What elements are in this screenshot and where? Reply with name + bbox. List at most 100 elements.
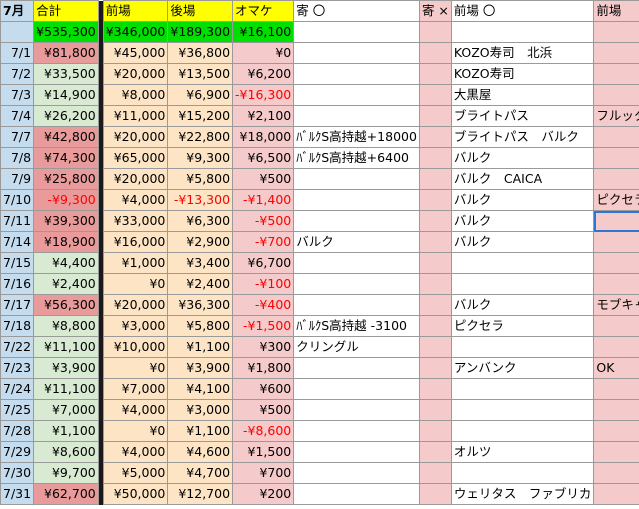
zenba-cell[interactable]: ¥8,000 <box>102 84 169 106</box>
yori-maru-cell[interactable] <box>293 273 420 295</box>
zenba-batsu-cell[interactable]: ピクセラ <box>593 189 639 211</box>
date-cell[interactable]: 7/2 <box>0 63 35 85</box>
goba-cell[interactable]: ¥4,100 <box>167 378 234 400</box>
omake-cell[interactable]: ¥2,100 <box>232 105 295 127</box>
yori-batsu-cell[interactable] <box>418 315 452 337</box>
omake-total-cell[interactable]: ¥16,100 <box>232 21 295 43</box>
total-cell[interactable]: ¥11,100 <box>33 336 99 358</box>
zenba-cell[interactable]: ¥3,000 <box>102 315 169 337</box>
zenba-batsu-cell[interactable] <box>593 399 639 421</box>
yori-batsu-cell[interactable] <box>418 252 452 274</box>
yori-maru-cell[interactable] <box>293 84 420 106</box>
zenba-maru-cell[interactable]: KOZO寿司 <box>450 63 595 85</box>
yori-batsu-cell[interactable] <box>418 462 452 484</box>
zenba-cell[interactable]: ¥20,000 <box>102 63 169 85</box>
omake-cell[interactable]: ¥6,700 <box>232 252 295 274</box>
goba-cell[interactable]: ¥6,300 <box>167 210 234 232</box>
goba-cell[interactable]: ¥4,700 <box>167 462 234 484</box>
date-cell[interactable]: 7/4 <box>0 105 35 127</box>
total-cell[interactable]: ¥2,400 <box>33 273 99 295</box>
zenba-batsu-cell[interactable] <box>593 63 639 85</box>
total-cell[interactable]: -¥9,300 <box>33 189 99 211</box>
date-cell[interactable]: 7/22 <box>0 336 35 358</box>
zenba-maru-cell[interactable] <box>450 462 595 484</box>
omake-cell[interactable]: ¥0 <box>232 42 295 64</box>
zenba-maru-cell[interactable]: バルク <box>450 189 595 211</box>
total-cell[interactable]: ¥42,800 <box>33 126 99 148</box>
grand-total-cell[interactable]: ¥535,300 <box>33 21 99 43</box>
zenba-maru-cell[interactable]: バルク <box>450 147 595 169</box>
omake-header[interactable]: オマケ <box>232 0 295 22</box>
yori-batsu-cell[interactable] <box>418 147 452 169</box>
omake-cell[interactable]: -¥400 <box>232 294 295 316</box>
omake-cell[interactable]: ¥500 <box>232 399 295 421</box>
date-cell[interactable]: 7/7 <box>0 126 35 148</box>
zenba-total-cell[interactable]: ¥346,000 <box>102 21 169 43</box>
zenba-batsu-cell[interactable] <box>593 252 639 274</box>
goba-cell[interactable]: ¥2,900 <box>167 231 234 253</box>
total-cell[interactable]: ¥8,800 <box>33 315 99 337</box>
zenba-maru-cell[interactable]: バルク <box>450 231 595 253</box>
zenba-maru-cell[interactable] <box>450 399 595 421</box>
yori-batsu-cell[interactable] <box>418 294 452 316</box>
total-cell[interactable]: ¥3,900 <box>33 357 99 379</box>
zenba-cell[interactable]: ¥7,000 <box>102 378 169 400</box>
zenba-cell[interactable]: ¥20,000 <box>102 168 169 190</box>
zenba-batsu-cell[interactable] <box>593 462 639 484</box>
omake-cell[interactable]: ¥1,500 <box>232 441 295 463</box>
yori-maru-cell[interactable] <box>293 357 420 379</box>
date-cell[interactable]: 7/29 <box>0 441 35 463</box>
yori-maru-cell[interactable] <box>293 168 420 190</box>
date-cell[interactable]: 7/9 <box>0 168 35 190</box>
zenba-batsu-cell[interactable] <box>593 483 639 505</box>
yori-maru-cell[interactable] <box>293 252 420 274</box>
zenba-maru-cell[interactable]: バルク CAICA <box>450 168 595 190</box>
total-cell[interactable]: ¥33,500 <box>33 63 99 85</box>
goba-cell[interactable]: ¥3,000 <box>167 399 234 421</box>
zenba-maru-cell[interactable]: 大黒屋 <box>450 84 595 106</box>
zenba-batsu-cell[interactable] <box>593 336 639 358</box>
zenba-maru-header[interactable]: 前場 〇 <box>450 0 595 22</box>
zenba-maru-cell[interactable] <box>450 378 595 400</box>
zenba-batsu-header[interactable]: 前場 <box>593 0 639 22</box>
omake-cell[interactable]: -¥500 <box>232 210 295 232</box>
goba-cell[interactable]: ¥6,900 <box>167 84 234 106</box>
total-header[interactable]: 合計 <box>33 0 99 22</box>
date-cell[interactable]: 7/11 <box>0 210 35 232</box>
omake-cell[interactable]: -¥8,600 <box>232 420 295 442</box>
omake-cell[interactable]: -¥1,500 <box>232 315 295 337</box>
yori-batsu-cell[interactable] <box>418 357 452 379</box>
yori-batsu-cell[interactable] <box>418 21 452 43</box>
date-cell[interactable]: 7/3 <box>0 84 35 106</box>
zenba-cell[interactable]: ¥50,000 <box>102 483 169 505</box>
zenba-cell[interactable]: ¥1,000 <box>102 252 169 274</box>
omake-cell[interactable]: ¥600 <box>232 378 295 400</box>
total-cell[interactable]: ¥25,800 <box>33 168 99 190</box>
yori-maru-cell[interactable]: ﾊﾞﾙｸS高持越+18000 <box>293 126 420 148</box>
omake-cell[interactable]: ¥300 <box>232 336 295 358</box>
total-cell[interactable]: ¥1,100 <box>33 420 99 442</box>
total-cell[interactable]: ¥8,600 <box>33 441 99 463</box>
goba-cell[interactable]: -¥13,300 <box>167 189 234 211</box>
yori-maru-cell[interactable] <box>293 189 420 211</box>
totals-date-cell[interactable] <box>0 21 35 43</box>
zenba-maru-cell[interactable]: アンバンク <box>450 357 595 379</box>
yori-maru-cell[interactable] <box>293 63 420 85</box>
date-cell[interactable]: 7/31 <box>0 483 35 505</box>
zenba-cell[interactable]: ¥20,000 <box>102 126 169 148</box>
date-cell[interactable]: 7/28 <box>0 420 35 442</box>
goba-cell[interactable]: ¥1,100 <box>167 336 234 358</box>
zenba-maru-cell[interactable] <box>450 336 595 358</box>
date-cell[interactable]: 7/30 <box>0 462 35 484</box>
total-cell[interactable]: ¥39,300 <box>33 210 99 232</box>
yori-batsu-cell[interactable] <box>418 231 452 253</box>
yori-maru-cell[interactable] <box>293 42 420 64</box>
zenba-cell[interactable]: ¥4,000 <box>102 399 169 421</box>
zenba-maru-cell[interactable]: ブライトパス バルク <box>450 126 595 148</box>
yori-maru-cell[interactable] <box>293 378 420 400</box>
yori-maru-cell[interactable] <box>293 399 420 421</box>
zenba-batsu-cell[interactable]: モブキャス <box>593 294 639 316</box>
total-cell[interactable]: ¥81,800 <box>33 42 99 64</box>
zenba-maru-cell[interactable]: KOZO寿司 北浜 <box>450 42 595 64</box>
zenba-maru-cell[interactable] <box>450 273 595 295</box>
